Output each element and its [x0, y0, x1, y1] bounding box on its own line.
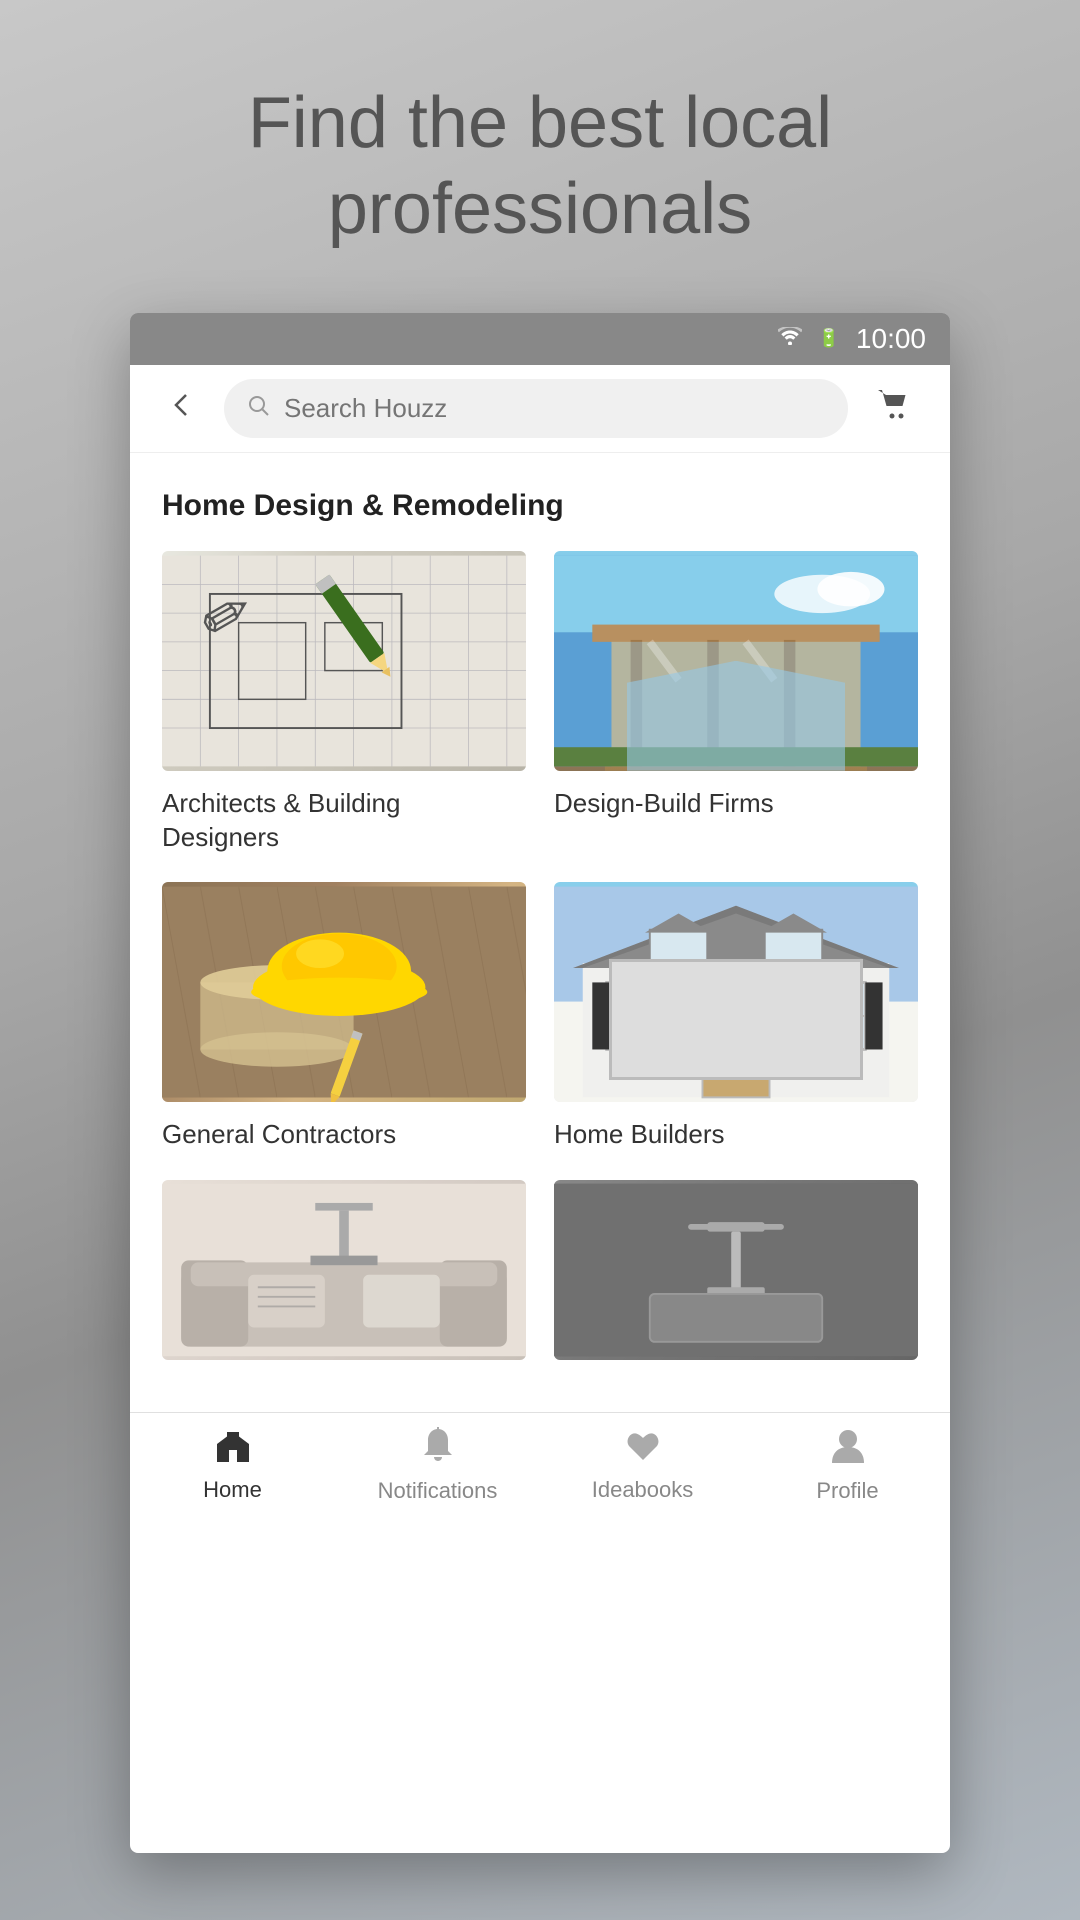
- bathroom-image: [554, 1180, 918, 1360]
- category-grid: Architects & Building Designers: [162, 551, 918, 1376]
- status-bar: 🔋 10:00: [130, 313, 950, 365]
- design-build-label: Design-Build Firms: [554, 787, 918, 821]
- ideabooks-icon: [624, 1428, 662, 1469]
- nav-ideabooks-label: Ideabooks: [592, 1477, 694, 1503]
- nav-notifications-label: Notifications: [378, 1478, 498, 1504]
- category-living[interactable]: [162, 1180, 526, 1376]
- top-nav: [130, 365, 950, 453]
- home-builders-label: Home Builders: [554, 1118, 918, 1152]
- search-bar[interactable]: [224, 379, 848, 438]
- back-button[interactable]: [160, 381, 204, 436]
- section-title: Home Design & Remodeling: [162, 489, 918, 523]
- hero-title: Find the best local professionals: [100, 80, 980, 253]
- app-container: 🔋 10:00 Home Des: [130, 313, 950, 1853]
- home-builders-image: [554, 882, 918, 1102]
- notifications-icon: [420, 1427, 456, 1470]
- nav-notifications[interactable]: Notifications: [335, 1427, 540, 1504]
- battery-icon: 🔋: [818, 328, 840, 349]
- search-icon: [248, 395, 270, 422]
- category-home-builders[interactable]: Home Builders: [554, 882, 918, 1152]
- nav-profile[interactable]: Profile: [745, 1427, 950, 1504]
- living-image: [162, 1180, 526, 1360]
- cart-button[interactable]: [868, 379, 920, 437]
- main-content: Home Design & Remodeling: [130, 453, 950, 1412]
- architects-label: Architects & Building Designers: [162, 787, 526, 855]
- nav-home[interactable]: Home: [130, 1428, 335, 1503]
- contractors-label: General Contractors: [162, 1118, 526, 1152]
- wifi-icon: [778, 327, 802, 351]
- contractors-image: [162, 882, 526, 1102]
- nav-profile-label: Profile: [816, 1478, 878, 1504]
- design-build-image: [554, 551, 918, 771]
- category-design-build[interactable]: Design-Build Firms: [554, 551, 918, 855]
- category-contractors[interactable]: General Contractors: [162, 882, 526, 1152]
- nav-ideabooks[interactable]: Ideabooks: [540, 1428, 745, 1503]
- category-bathroom[interactable]: [554, 1180, 918, 1376]
- profile-icon: [830, 1427, 866, 1470]
- category-architects[interactable]: Architects & Building Designers: [162, 551, 526, 855]
- home-icon: [213, 1428, 253, 1469]
- bottom-nav: Home Notifications Ideabooks: [130, 1412, 950, 1522]
- search-input[interactable]: [284, 393, 824, 424]
- status-time: 10:00: [856, 323, 926, 355]
- nav-home-label: Home: [203, 1477, 262, 1503]
- hero-section: Find the best local professionals: [0, 0, 1080, 313]
- architects-image: [162, 551, 526, 771]
